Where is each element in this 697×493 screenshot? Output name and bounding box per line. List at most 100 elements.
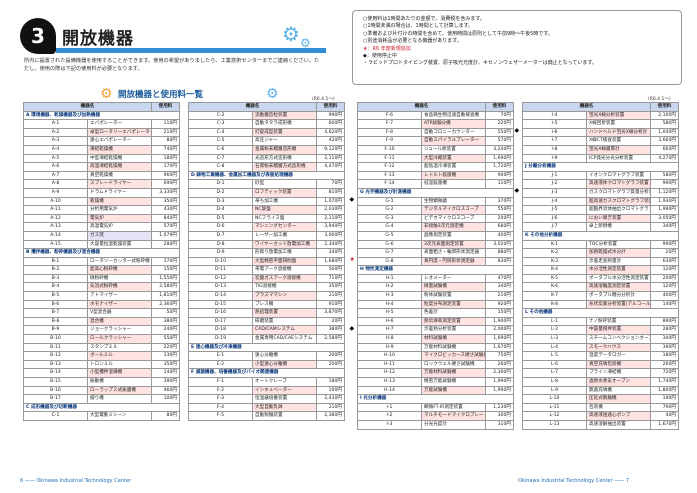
equipment-code: G-6 xyxy=(357,239,422,250)
table-row: D-2 ロフティック装置 810円 xyxy=(188,187,345,198)
equipment-name: 無菌充填機 xyxy=(586,385,651,396)
equipment-name: 粉体試験装置 xyxy=(421,291,486,301)
table-row: B-4 気流式粉砕機 2,580円 xyxy=(23,282,180,293)
equipment-name: NCフライス盤 xyxy=(252,213,317,224)
table-row: D-10 大型精密平面研削盤 1,680円 xyxy=(188,256,345,267)
footer-org-right: Okinawa Industrial Technology Center xyxy=(518,478,613,484)
table-row: H-11 ロックウェル硬さ試験機 260円 xyxy=(357,359,514,370)
equipment-name: スプレードライヤー xyxy=(87,179,152,189)
equipment-code: A-10 xyxy=(23,196,88,207)
equipment-price: 150円 xyxy=(151,265,180,275)
equipment-name: ATP試験分機 xyxy=(421,119,486,129)
equipment-name: エバポレーター xyxy=(87,119,152,129)
equipment-name: 自動タタラ成形機 xyxy=(252,119,317,129)
equipment-price: 550円 xyxy=(485,205,514,215)
equipment-price: 390円 xyxy=(650,342,679,353)
equipment-name: ブライン凍結機 xyxy=(586,368,651,378)
equipment-code: L-1 xyxy=(522,316,587,327)
table-row: H-8 材料試験機 1,690円 xyxy=(357,334,514,344)
equipment-price: 2,580円 xyxy=(316,334,345,344)
equipment-name: レトルト殺菌機 xyxy=(421,170,486,181)
equipment-price: 3,940円 xyxy=(316,222,345,232)
table-row: A-14 ガス窯 1,079円 xyxy=(23,230,180,241)
equipment-code: F-10 xyxy=(357,144,422,155)
equipment-code: I-9 xyxy=(522,153,587,164)
equipment-code: B-2 xyxy=(23,265,88,275)
equipment-code: G-1 xyxy=(357,196,422,207)
equipment-name: オートクレーブ xyxy=(252,377,317,387)
equipment-name: 表面粗さ・輪郭形状測定器 xyxy=(421,248,486,258)
gear-icon: ⚙ xyxy=(282,22,300,46)
table-row: L-4 スモークハウス 390円 xyxy=(522,342,679,353)
chapter-number: 3 xyxy=(20,18,56,54)
equipment-price: 4,620円 xyxy=(316,127,345,138)
table-row: H-14 万能試験機 1,990円 xyxy=(357,385,514,396)
equipment-code: I-6 xyxy=(522,127,587,138)
table-row: E-1 遠心分離機 200円 xyxy=(188,351,345,361)
page-title: 開放機器 xyxy=(62,29,134,49)
equipment-name: レオメーター xyxy=(421,273,486,284)
table-row: C-1 大型電動ミシーン 80円 xyxy=(23,411,180,421)
equipment-code: A-8 xyxy=(23,179,88,189)
equipment-name: 材料試験機 xyxy=(421,334,486,344)
equipment-name: 分光光度計 xyxy=(421,419,486,430)
equipment-price: 2,300円 xyxy=(485,368,514,378)
equipment-name: 遠心分離機 xyxy=(252,351,317,361)
equipment-code: D-18 xyxy=(188,325,253,336)
equipment-code: K-7 xyxy=(522,291,587,301)
equipment-price: 810円 xyxy=(316,187,345,198)
equipment-price: 830円 xyxy=(485,256,514,267)
table-row: C-8 石膏粉末積層方式造形機 4,470円 xyxy=(188,162,345,172)
equipment-price: 70円 xyxy=(485,110,514,121)
equipment-name: ローラップス式振盪機 xyxy=(87,385,152,396)
equipment-price: 170円 xyxy=(151,256,180,267)
equipment-price: 120円 xyxy=(650,265,679,275)
table-row: K-5 ポータブル水分活性測定装置 200円 xyxy=(522,273,679,284)
equipment-code: H-13 xyxy=(357,377,422,387)
table-row: I-3 分光光度計 310円 xyxy=(357,419,514,430)
equipment-price: 1,720円 xyxy=(485,162,514,172)
equipment-code: H-10 xyxy=(357,351,422,361)
equipment-code: B-11 xyxy=(23,342,88,353)
equipment-price: 2,110円 xyxy=(316,153,345,164)
col-header-price: 使用料 xyxy=(151,102,180,112)
table-row: J-4 超高速ガスクロマトグラフ装置 1,930円 xyxy=(522,196,679,207)
equipment-price: 1,040円 xyxy=(650,127,679,138)
category-row: L その他機器 xyxy=(522,308,679,318)
table-row: H-10 マイクロビッカース硬さ試験機 750円 xyxy=(357,351,514,361)
equipment-code: I-3 xyxy=(357,419,422,430)
equipment-price: 430円 xyxy=(151,205,180,215)
equipment-price: 2,380円 xyxy=(316,411,345,421)
equipment-price: 550円 xyxy=(151,334,180,344)
category-row: I 光分析機器 xyxy=(357,394,514,404)
note-line: ○1時間未満の場合は、1時間として計算します。 xyxy=(363,23,474,30)
equipment-code: D-12 xyxy=(188,273,253,284)
table-row: I-6 ハンドヘルド蛍光X線分析計 1,040円 xyxy=(522,127,679,138)
equipment-name: 自動スパイラルプレーター xyxy=(421,136,486,146)
table-header-row: 機器名 使用料 xyxy=(23,102,180,112)
table-row: D-14 プラズママシン 210円 xyxy=(188,291,345,301)
equipment-name: ロールクラッシャー xyxy=(87,334,152,344)
equipment-name: 万能試験機 xyxy=(421,385,486,396)
col-header-price: 使用料 xyxy=(316,102,345,112)
equipment-price: 180円 xyxy=(316,377,345,387)
equipment-name: 画像測定装置 xyxy=(421,230,486,241)
equipment-code: D-11 xyxy=(188,265,253,275)
equipment-name: 色差計 xyxy=(421,308,486,318)
equipment-name: 恒温器培養装置 xyxy=(252,394,317,404)
col-header-price: 使用料 xyxy=(485,102,514,112)
table-row: B-17 擂り機 100円 xyxy=(23,394,180,404)
table-row: H-9 万能材料試験機 1,670円 xyxy=(357,342,514,353)
equipment-price: 80円 xyxy=(151,136,180,146)
equipment-code: F-14 xyxy=(357,179,422,189)
equipment-price: 110円 xyxy=(485,179,514,189)
equipment-name: 混合機 xyxy=(87,316,152,327)
equipment-code: A-3 xyxy=(23,136,88,146)
equipment-name: ワイヤーカット放電加工機 xyxy=(252,239,317,250)
equipment-name: 微粉砕機 xyxy=(87,273,152,284)
category-row: K その他分析機器 xyxy=(522,230,679,241)
category-label: H 物性測定機器 xyxy=(357,265,514,275)
category-label: F 滅菌機器、培養機器及びバイオ関連機器 xyxy=(188,368,345,378)
equipment-code: D-3 xyxy=(188,196,253,207)
table-row: B-14 小型攪拌混練機 140円 xyxy=(23,368,180,378)
